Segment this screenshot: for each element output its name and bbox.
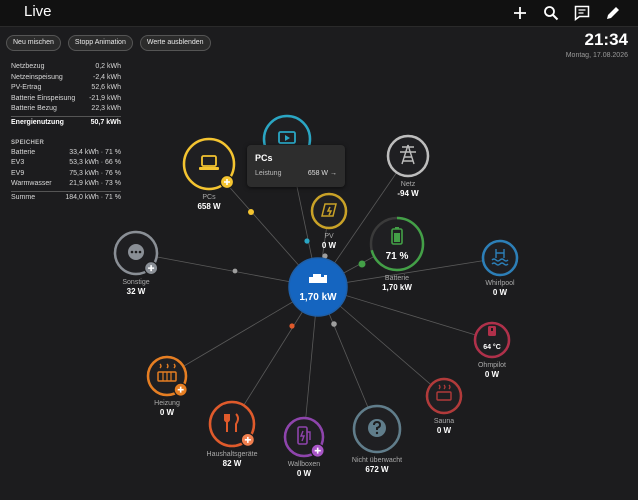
node-label-pv: PV 0 W <box>322 232 336 251</box>
node-sonstige[interactable] <box>113 230 159 276</box>
node-label-whirlpool: Whirlpool 0 W <box>485 279 514 298</box>
node-name: Whirlpool <box>485 280 515 287</box>
hub-value: 1,70 kW <box>299 292 337 303</box>
node-name: PV <box>324 233 334 240</box>
node-name: Sauna <box>433 418 455 425</box>
node-name: Heizung <box>154 400 180 407</box>
node-center-text: 64 °C <box>483 343 501 351</box>
node-value: 32 W <box>126 287 146 296</box>
node-label-wallboxen: Wallboxen 0 W <box>288 460 320 479</box>
node-value: 0 W <box>436 426 452 435</box>
node-value: 658 W <box>197 202 221 211</box>
node-sauna[interactable] <box>425 377 463 415</box>
node-label-nicht: Nicht überwacht 672 W <box>352 456 402 475</box>
tooltip-title: PCs <box>255 153 273 163</box>
flow-dot <box>248 209 254 215</box>
add-icon[interactable] <box>173 382 188 397</box>
question-icon <box>368 419 386 437</box>
node-name: Batterie <box>384 275 410 282</box>
node-label-ohmpilot: Ohmpilot 0 W <box>478 361 506 380</box>
node-whirlpool[interactable] <box>481 239 519 277</box>
node-heizung[interactable] <box>146 355 188 397</box>
node-label-pcs: PCs 658 W <box>197 193 220 212</box>
node-value: 0 W <box>296 469 312 478</box>
node-netz[interactable] <box>386 134 430 178</box>
add-icon[interactable] <box>240 432 255 447</box>
flow-dot <box>358 260 366 268</box>
add-icon[interactable] <box>310 443 325 458</box>
node-center-text: 71 % <box>386 251 409 262</box>
tooltip-key: Leistung <box>255 170 282 177</box>
node-label-batterie: Batterie 1,70 kW <box>382 274 412 293</box>
node-value: 0 W <box>321 241 337 250</box>
node-name: Netz <box>400 181 416 188</box>
node-name: Wallboxen <box>287 461 321 468</box>
add-icon[interactable] <box>144 261 159 276</box>
flow-dot <box>232 268 238 274</box>
node-pv[interactable] <box>310 192 348 230</box>
node-haushalt[interactable] <box>208 400 256 448</box>
node-value: 672 W <box>365 465 389 474</box>
node-name: Ohmpilot <box>477 362 507 369</box>
dots-icon <box>128 244 144 260</box>
house-hub-node[interactable]: 1,70 kW <box>288 257 348 317</box>
node-pcs[interactable] <box>182 137 236 191</box>
node-name: Nicht überwacht <box>351 457 403 464</box>
node-wallboxen[interactable] <box>283 416 325 458</box>
energy-flow-graph: 71 % 64 °C 1,70 kW <box>113 114 519 458</box>
node-value: 0 W <box>492 288 508 297</box>
node-name: Sonstige <box>122 279 150 286</box>
node-label-netz: Netz -94 W <box>397 180 418 199</box>
node-label-sonstige: Sonstige 32 W <box>122 278 149 297</box>
node-value: -94 W <box>397 189 419 198</box>
node-name: PCs <box>202 194 216 201</box>
node-ohmpilot[interactable]: 64 °C <box>473 321 511 359</box>
tooltip-value: 658 W → <box>307 170 337 177</box>
flow-dot <box>331 321 337 327</box>
flow-dot <box>289 323 295 329</box>
heater-icon <box>488 326 496 336</box>
flow-dot <box>304 238 310 244</box>
node-value: 0 W <box>159 408 175 417</box>
node-value: 1,70 kW <box>382 283 412 292</box>
node-label-sauna: Sauna 0 W <box>434 417 454 436</box>
node-label-haushalt: Haushaltsgeräte 82 W <box>207 450 258 469</box>
add-icon[interactable] <box>219 174 235 190</box>
node-value: 0 W <box>484 370 500 379</box>
node-name: Haushaltsgeräte <box>206 451 258 458</box>
node-label-heizung: Heizung 0 W <box>154 399 180 418</box>
node-tooltip: PCs Leistung 658 W → <box>247 145 345 187</box>
node-nicht[interactable] <box>352 404 402 454</box>
node-value: 82 W <box>222 459 242 468</box>
node-batterie[interactable]: 71 % <box>369 216 425 272</box>
